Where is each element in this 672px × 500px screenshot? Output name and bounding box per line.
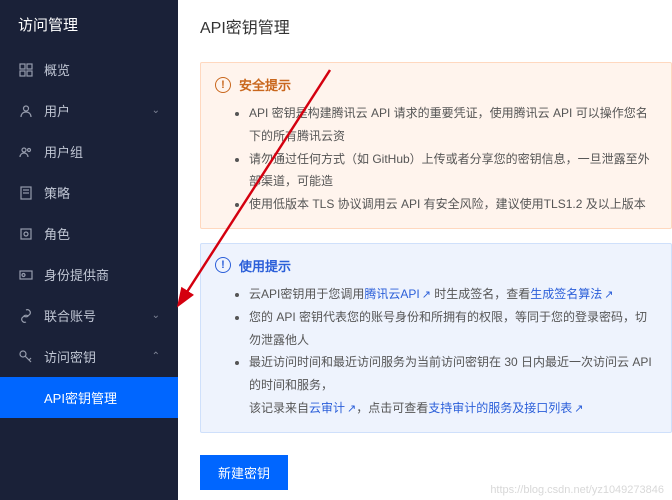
watermark: https://blog.csdn.net/yz1049273846: [490, 484, 664, 496]
sidebar-item-policy[interactable]: 策略: [0, 172, 178, 213]
sidebar-item-usergroup[interactable]: 用户组: [0, 131, 178, 172]
sidebar: 访问管理 概览 用户 ⌄ 用户组 策略 角色: [0, 0, 178, 500]
sidebar-item-overview[interactable]: 概览: [0, 49, 178, 90]
alert-security: ! 安全提示 API 密钥是构建腾讯云 API 请求的重要凭证，使用腾讯云 AP…: [200, 62, 672, 229]
sidebar-item-api-key-mgmt[interactable]: API密钥管理: [0, 377, 178, 418]
user-icon: [18, 103, 34, 119]
idcard-icon: [18, 267, 34, 283]
sidebar-item-label: 概览: [44, 60, 160, 79]
warning-icon: !: [215, 77, 231, 93]
key-icon: [18, 349, 34, 365]
info-icon: !: [215, 257, 231, 273]
external-link-icon: ↗: [347, 403, 356, 415]
link-cloud-audit[interactable]: 云审计: [309, 401, 345, 415]
create-key-button[interactable]: 新建密钥: [200, 455, 288, 490]
role-icon: [18, 226, 34, 242]
sidebar-item-label: 用户组: [44, 142, 160, 161]
external-link-icon: ↗: [604, 289, 613, 301]
sidebar-item-label: API密钥管理: [44, 391, 117, 406]
sidebar-item-role[interactable]: 角色: [0, 213, 178, 254]
link-audit-services[interactable]: 支持审计的服务及接口列表: [428, 401, 572, 415]
alert-usage: ! 使用提示 云API密钥用于您调用腾讯云API↗ 时生成签名，查看生成签名算法…: [200, 243, 672, 433]
sidebar-item-accesskey[interactable]: 访问密钥 ⌃: [0, 336, 178, 377]
sidebar-item-user[interactable]: 用户 ⌄: [0, 90, 178, 131]
policy-icon: [18, 185, 34, 201]
chevron-down-icon: ⌄: [152, 105, 160, 116]
sidebar-item-label: 联合账号: [44, 306, 152, 325]
sidebar-item-label: 用户: [44, 101, 152, 120]
link-tencent-api[interactable]: 腾讯云API: [364, 287, 419, 301]
sidebar-item-label: 身份提供商: [44, 265, 160, 284]
chevron-down-icon: ⌄: [152, 310, 160, 321]
alert-bullet: 您的 API 密钥代表您的账号身份和所拥有的权限，等同于您的登录密码，切勿泄露他…: [249, 306, 657, 352]
alert-bullet: 使用低版本 TLS 协议调用云 API 有安全风险，建议使用TLS1.2 及以上…: [249, 193, 657, 216]
alert-title: ! 安全提示: [215, 75, 657, 94]
page-title: API密钥管理: [200, 14, 672, 38]
sidebar-title: 访问管理: [0, 0, 178, 49]
sidebar-item-label: 角色: [44, 224, 160, 243]
sidebar-item-idp[interactable]: 身份提供商: [0, 254, 178, 295]
sidebar-item-label: 访问密钥: [44, 347, 152, 366]
alert-bullet: 云API密钥用于您调用腾讯云API↗ 时生成签名，查看生成签名算法↗: [249, 283, 657, 306]
main-content: API密钥管理 ! 安全提示 API 密钥是构建腾讯云 API 请求的重要凭证，…: [178, 0, 672, 500]
alert-bullet: 请勿通过任何方式（如 GitHub）上传或者分享您的密钥信息，一旦泄露至外部渠道…: [249, 148, 657, 194]
alert-title: ! 使用提示: [215, 256, 657, 275]
external-link-icon: ↗: [574, 403, 583, 415]
sidebar-item-fedacct[interactable]: 联合账号 ⌄: [0, 295, 178, 336]
link-icon: [18, 308, 34, 324]
alert-bullet: API 密钥是构建腾讯云 API 请求的重要凭证，使用腾讯云 API 可以操作您…: [249, 102, 657, 148]
link-signature-algo[interactable]: 生成签名算法: [530, 287, 602, 301]
external-link-icon: ↗: [422, 289, 431, 301]
overview-icon: [18, 62, 34, 78]
users-icon: [18, 144, 34, 160]
sidebar-item-label: 策略: [44, 183, 160, 202]
chevron-up-icon: ⌃: [152, 351, 160, 362]
alert-bullet: 最近访问时间和最近访问服务为当前访问密钥在 30 日内最近一次访问云 API 的…: [249, 351, 657, 419]
